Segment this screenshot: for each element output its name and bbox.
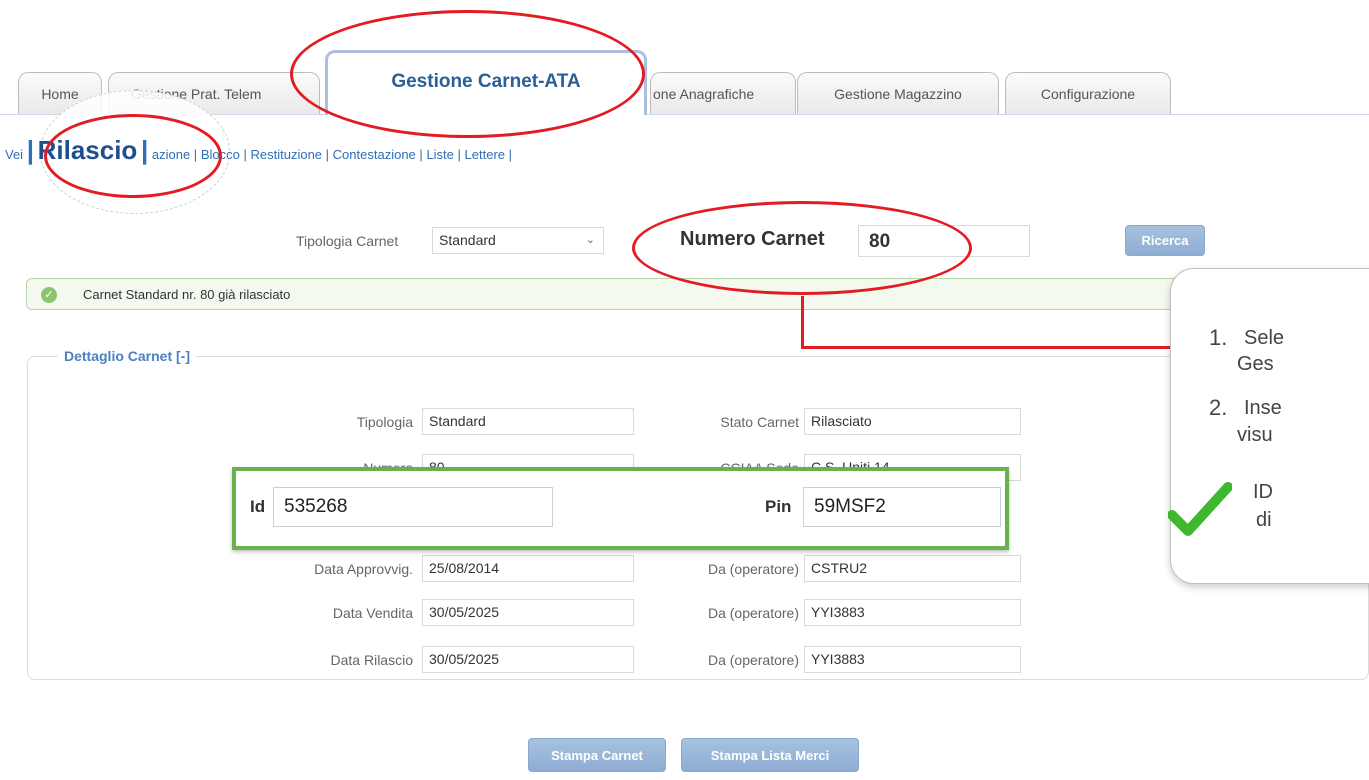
separator: | — [193, 147, 198, 162]
tab-configurazione[interactable]: Configurazione — [1005, 72, 1171, 114]
submenu-item-variazione[interactable]: azione — [152, 147, 190, 162]
detail-label-data-approvvig: Data Approvvig. — [314, 561, 413, 577]
numero-carnet-label: Numero Carnet — [680, 228, 825, 250]
status-message: Carnet Standard nr. 80 già rilasciato — [83, 287, 291, 302]
tab-gestione-anagrafiche[interactable]: one Anagrafiche — [650, 72, 796, 114]
detail-field-data-vendita[interactable]: 30/05/2025 — [422, 599, 634, 626]
sub-navigation: Vei | Rilascio | azione | Blocco | Resti… — [5, 135, 512, 166]
callout-step-1-number: 1. — [1209, 325, 1228, 350]
submenu-item-rilascio[interactable]: Rilascio — [38, 135, 138, 165]
instruction-callout: 1. Sele Ges 2. Inse visu ID di — [1168, 268, 1369, 584]
detail-field-da-operatore-3[interactable]: YYI3883 — [804, 646, 1021, 673]
tipologia-carnet-label: Tipologia Carnet — [296, 233, 399, 249]
tab-label: Home — [41, 85, 79, 102]
submenu-item-liste[interactable]: Liste — [426, 147, 453, 162]
callout-connector-vertical — [801, 296, 804, 349]
callout-step-2-text-2: visu — [1237, 424, 1273, 446]
submenu-item-blocco[interactable]: Blocco — [201, 147, 240, 162]
callout-step-1-text: Sele — [1244, 327, 1285, 349]
callout-step-3-text: ID — [1253, 481, 1273, 503]
separator: | — [457, 147, 461, 162]
tab-label: Gestione Magazzino — [834, 85, 962, 102]
separator: | — [508, 147, 513, 162]
check-circle-icon: ✓ — [41, 287, 57, 303]
stampa-carnet-button[interactable]: Stampa Carnet — [528, 738, 666, 772]
detail-field-da-operatore-2[interactable]: YYI3883 — [804, 599, 1021, 626]
detail-label-stato-carnet: Stato Carnet — [720, 414, 799, 430]
callout-step-2-number: 2. — [1209, 395, 1228, 420]
detail-field-tipologia[interactable]: Standard — [422, 408, 634, 435]
ricerca-button[interactable]: Ricerca — [1125, 225, 1205, 256]
detail-label-data-vendita: Data Vendita — [332, 605, 413, 621]
separator: | — [243, 147, 247, 162]
separator: | — [419, 147, 423, 162]
detail-field-data-rilascio[interactable]: 30/05/2025 — [422, 646, 634, 673]
pin-label: Pin — [765, 497, 792, 516]
detail-field-data-approvvig[interactable]: 25/08/2014 — [422, 555, 634, 582]
callout-step-1-text-2: Ges — [1237, 353, 1274, 375]
callout-step-2-text: Inse — [1244, 397, 1282, 419]
select-value: Standard — [439, 232, 496, 248]
submenu-item-vei[interactable]: Vei — [5, 147, 23, 162]
callout-connector-horizontal — [801, 346, 1173, 349]
submenu-item-lettere[interactable]: Lettere — [465, 147, 505, 162]
detail-label-tipologia: Tipologia — [356, 414, 413, 430]
tab-gestione-carnet-ata[interactable]: Gestione Carnet-ATA — [325, 50, 647, 115]
submenu-item-contestazione[interactable]: Contestazione — [333, 147, 416, 162]
tab-label: Configurazione — [1040, 85, 1136, 102]
chevron-down-icon: ⌄ — [585, 234, 595, 246]
detail-label-da-operatore-1: Da (operatore) — [707, 561, 799, 577]
detail-label-da-operatore-3: Da (operatore) — [707, 652, 799, 668]
detail-label-data-rilascio: Data Rilascio — [330, 652, 413, 668]
callout-step-3-text-2: di — [1256, 509, 1272, 531]
stampa-lista-merci-button[interactable]: Stampa Lista Merci — [681, 738, 859, 772]
detail-label-da-operatore-2: Da (operatore) — [707, 605, 799, 621]
id-pin-highlight-box: Id 535268 Pin 59MSF2 — [232, 467, 1009, 550]
id-label: Id — [250, 497, 266, 516]
tab-gestione-magazzino[interactable]: Gestione Magazzino — [797, 72, 999, 114]
dettaglio-carnet-legend[interactable]: Dettaglio Carnet [-] — [58, 348, 196, 364]
tab-label: one Anagrafiche — [653, 85, 755, 102]
separator: | — [26, 135, 34, 165]
tab-label: Gestione Carnet-ATA — [391, 71, 581, 92]
pin-field[interactable]: 59MSF2 — [803, 487, 1001, 527]
status-message-bar: ✓ Carnet Standard nr. 80 già rilasciato — [26, 278, 1369, 310]
detail-field-stato-carnet[interactable]: Rilasciato — [804, 408, 1021, 435]
separator: | — [140, 135, 149, 165]
separator: | — [325, 147, 330, 162]
submenu-item-restituzione[interactable]: Restituzione — [250, 147, 322, 162]
tipologia-carnet-select[interactable]: Standard ⌄ — [432, 227, 604, 254]
numero-carnet-input[interactable]: 80 — [858, 225, 1030, 257]
detail-field-da-operatore-1[interactable]: CSTRU2 — [804, 555, 1021, 582]
checkmark-icon — [1168, 482, 1232, 536]
id-field[interactable]: 535268 — [273, 487, 553, 527]
